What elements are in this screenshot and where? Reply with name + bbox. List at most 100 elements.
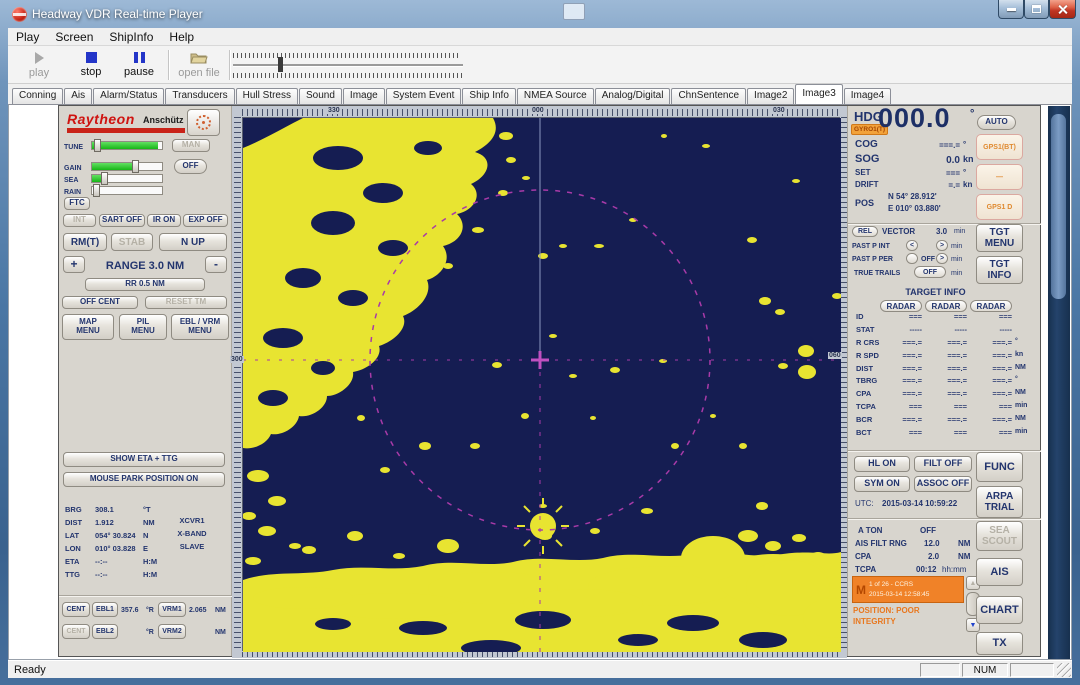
radar-ppi-display[interactable] <box>242 117 840 651</box>
pil-menu-button[interactable]: PILMENU <box>119 314 167 340</box>
past-pint-inc-button[interactable]: > <box>936 240 948 251</box>
tab[interactable]: Transducers <box>165 88 234 104</box>
radar-left-panel: Raytheon Anschütz TUNE MAN GAIN OFF SEA … <box>59 106 232 656</box>
timeline-slider-handle[interactable] <box>278 57 283 72</box>
title-bar[interactable]: Headway VDR Real-time Player <box>0 0 1080 28</box>
gps1-d-button[interactable]: GPS1 D <box>976 194 1023 220</box>
tab[interactable]: Hull Stress <box>236 88 298 104</box>
tgt-menu-button[interactable]: TGTMENU <box>976 224 1023 252</box>
menu-item[interactable]: ShipInfo <box>101 29 161 45</box>
off-button[interactable]: OFF <box>174 159 207 174</box>
radar-col1-button[interactable]: RADAR <box>880 300 922 312</box>
gps1-bt-button[interactable]: GPS1(BT) <box>976 134 1023 160</box>
scrollbar-thumb[interactable] <box>1051 114 1066 299</box>
mouse-park-button[interactable]: MOUSE PARK POSITION ON <box>63 472 225 487</box>
play-button[interactable]: play <box>16 49 62 81</box>
chart-button[interactable]: CHART <box>976 596 1023 624</box>
tab[interactable]: Alarm/Status <box>93 88 164 104</box>
filt-button[interactable]: FILT OFF <box>914 456 972 472</box>
sea-scout-button[interactable]: SEASCOUT <box>976 521 1023 551</box>
tab[interactable]: Ais <box>64 88 92 104</box>
hl-button[interactable]: HL ON <box>854 456 910 472</box>
tab[interactable]: Image2 <box>747 88 794 104</box>
menu-item[interactable]: Play <box>8 29 47 45</box>
tab[interactable]: Ship Info <box>462 88 515 104</box>
tab[interactable]: Sound <box>299 88 342 104</box>
cent1-button[interactable]: CENT <box>62 602 90 617</box>
gain-slider[interactable] <box>91 162 163 171</box>
maximize-button[interactable] <box>1024 0 1049 19</box>
tune-slider[interactable] <box>91 141 163 150</box>
sea-slider[interactable] <box>91 174 163 183</box>
tab[interactable]: Conning <box>12 88 63 104</box>
north-up-button[interactable]: N UP <box>159 233 227 251</box>
close-button[interactable] <box>1049 0 1076 19</box>
sart-button[interactable]: SART OFF <box>99 214 145 227</box>
ebl2-button[interactable]: EBL2 <box>92 624 118 639</box>
ebl1-button[interactable]: EBL1 <box>92 602 118 617</box>
arpa-trial-button[interactable]: ARPATRIAL <box>976 486 1023 518</box>
past-pper-dec-button[interactable] <box>906 253 918 264</box>
sym-button[interactable]: SYM ON <box>854 476 910 492</box>
past-pint-unit: min <box>951 243 962 250</box>
tab[interactable]: Image4 <box>844 88 891 104</box>
map-menu-button[interactable]: MAPMENU <box>62 314 114 340</box>
alarm-message-box[interactable]: M 1 of 26 - CCRS 2015-03-14 12:58:45 <box>852 576 964 603</box>
cent2-button[interactable]: CENT <box>62 624 90 639</box>
tab[interactable]: Image3 <box>795 84 842 104</box>
ebl-vrm-menu-button[interactable]: EBL / VRMMENU <box>171 314 229 340</box>
ir-button[interactable]: IR ON <box>147 214 181 227</box>
func-button[interactable]: FUNC <box>976 452 1023 482</box>
target-row-label: BCT <box>856 428 871 437</box>
vector-label: VECTOR <box>882 228 915 236</box>
vrm1-button[interactable]: VRM1 <box>158 602 186 617</box>
int-button[interactable]: INT <box>63 214 96 227</box>
off-center-button[interactable]: OFF CENT <box>62 296 138 309</box>
status-text: Ready <box>14 664 46 676</box>
nav-row: LAT 054° 30.824 N <box>65 531 175 544</box>
range-minus-button[interactable]: - <box>205 256 227 273</box>
rm-button[interactable]: RM(T) <box>63 233 107 251</box>
timeline-slider[interactable] <box>233 64 463 66</box>
open-file-button[interactable]: open file <box>172 49 226 81</box>
rel-button[interactable]: REL <box>852 226 878 237</box>
exp-button[interactable]: EXP OFF <box>183 214 228 227</box>
menu-item[interactable]: Help <box>161 29 202 45</box>
range-label: RANGE 3.0 NM <box>89 261 201 272</box>
resize-grip[interactable] <box>1057 663 1071 677</box>
tab[interactable]: System Event <box>386 88 462 104</box>
ais-button[interactable]: AIS <box>976 558 1023 586</box>
man-button[interactable]: MAN <box>172 139 210 152</box>
menu-item[interactable]: Screen <box>47 29 101 45</box>
tab[interactable]: Image <box>343 88 385 104</box>
tab[interactable]: Analog/Digital <box>595 88 671 104</box>
reset-tm-button[interactable]: RESET TM <box>145 296 227 309</box>
auto-button[interactable]: AUTO <box>977 115 1016 130</box>
past-pint-dec-button[interactable]: < <box>906 240 918 251</box>
rain-slider[interactable] <box>91 186 163 195</box>
antenna-button[interactable] <box>187 109 220 136</box>
show-eta-button[interactable]: SHOW ETA + TTG <box>63 452 225 467</box>
tab[interactable]: NMEA Source <box>517 88 594 104</box>
sog-label: SOG <box>855 154 879 165</box>
pause-button[interactable]: pause <box>116 49 162 81</box>
range-rings-button[interactable]: RR 0.5 NM <box>85 278 205 291</box>
stab-button[interactable]: STAB <box>111 233 153 251</box>
range-plus-button[interactable]: + <box>63 256 85 273</box>
vertical-scrollbar[interactable] <box>1048 106 1070 659</box>
ftc-button[interactable]: FTC <box>64 197 90 210</box>
divider <box>59 595 232 596</box>
radar-col3-button[interactable]: RADAR <box>970 300 1012 312</box>
tx-button[interactable]: TX <box>976 632 1023 655</box>
stop-button[interactable]: stop <box>68 49 114 81</box>
past-pper-inc-button[interactable]: > <box>936 253 948 264</box>
radar-col2-button[interactable]: RADAR <box>925 300 967 312</box>
source-dash-button[interactable]: — <box>976 164 1023 190</box>
true-trails-button[interactable]: OFF <box>914 266 946 278</box>
tgt-info-button[interactable]: TGTINFO <box>976 256 1023 284</box>
tab[interactable]: ChnSentence <box>671 88 746 104</box>
assoc-button[interactable]: ASSOC OFF <box>914 476 972 492</box>
nav-row-value: 010° 03.828 <box>95 544 136 553</box>
vrm2-button[interactable]: VRM2 <box>158 624 186 639</box>
minimize-button[interactable] <box>998 0 1024 19</box>
